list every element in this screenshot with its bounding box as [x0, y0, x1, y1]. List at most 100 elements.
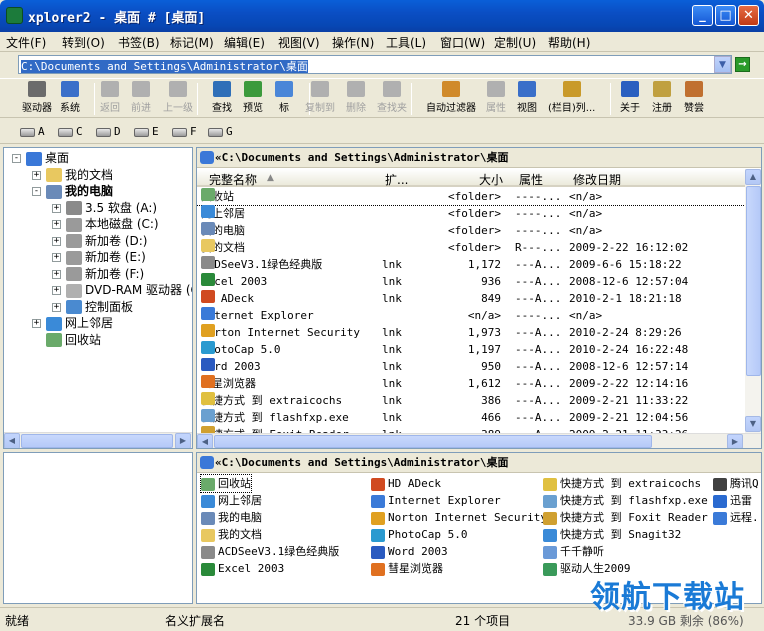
- toolbar-button[interactable]: 上一级: [163, 81, 193, 117]
- table-row[interactable]: HD ADeck lnk 849 ---A... 2010-2-1 18:21:18: [197, 290, 745, 307]
- list-item[interactable]: Internet Explorer: [371, 492, 501, 509]
- table-row[interactable]: 快捷方式 到 flashfxp.exe lnk 466 ---A... 2009-2-2…: [197, 409, 745, 426]
- menu-item[interactable]: 书签(B): [118, 34, 160, 51]
- list-hscroll-thumb[interactable]: [214, 435, 652, 448]
- menu-item[interactable]: 标记(M): [170, 34, 214, 51]
- menu-item[interactable]: 帮助(H): [548, 34, 590, 51]
- list-item[interactable]: 网上邻居: [201, 492, 262, 509]
- toolbar-button[interactable]: 自动过滤器: [426, 81, 476, 117]
- table-row[interactable]: 彗星浏览器 lnk 1,612 ---A... 2009-2-22 12:14:16: [197, 375, 745, 392]
- list-hscroll[interactable]: ◀ ▶: [197, 433, 761, 448]
- scroll-left-icon[interactable]: ◀: [197, 434, 213, 448]
- scroll-right-icon[interactable]: ▶: [175, 433, 191, 448]
- toolbar-button[interactable]: (栏目)列...: [548, 81, 595, 117]
- list-item[interactable]: 快捷方式 到 extraicochs: [543, 475, 701, 492]
- toolbar-button[interactable]: 系统: [60, 81, 80, 117]
- list-item[interactable]: 彗星浏览器: [371, 560, 443, 577]
- tree-item[interactable]: 新加卷 (D:): [66, 233, 147, 250]
- table-row[interactable]: ACDSeeV3.1绿色经典版 lnk 1,172 ---A... 2009-6-6 1…: [197, 256, 745, 273]
- go-arrow-icon[interactable]: →: [735, 57, 750, 72]
- scroll-up-icon[interactable]: ▲: [745, 169, 761, 185]
- tree-item[interactable]: 3.5 软盘 (A:): [66, 200, 157, 217]
- tree-item[interactable]: 回收站: [46, 332, 101, 349]
- list-item[interactable]: 我的电脑: [201, 509, 262, 526]
- list-item[interactable]: Word 2003: [371, 543, 448, 560]
- toolbar-button[interactable]: 赞尝: [684, 81, 704, 117]
- menu-item[interactable]: 视图(V): [278, 34, 320, 51]
- menu-item[interactable]: 定制(U): [494, 34, 536, 51]
- list-item[interactable]: 回收站: [200, 474, 252, 493]
- toolbar-button[interactable]: 关于: [620, 81, 640, 117]
- tree-expand-icon[interactable]: -: [12, 154, 21, 163]
- tree-item[interactable]: 我的文档: [46, 167, 113, 184]
- tree-item[interactable]: DVD-RAM 驱动器 (G: [66, 282, 192, 299]
- toolbar-button[interactable]: 查找: [212, 81, 232, 117]
- tree-hscroll[interactable]: ◀ ▶: [4, 432, 192, 448]
- col-size[interactable]: 大小: [479, 171, 503, 188]
- table-row[interactable]: 我的电脑 <folder> ----... <n/a>: [197, 222, 745, 239]
- maximize-button[interactable]: □: [715, 5, 736, 26]
- toolbar-button[interactable]: 前进: [131, 81, 151, 117]
- table-row[interactable]: Excel 2003 lnk 936 ---A... 2008-12-6 12:57:0…: [197, 273, 745, 290]
- list-item[interactable]: 千千静听: [543, 543, 604, 560]
- tree-expand-icon[interactable]: +: [52, 286, 61, 295]
- scroll-right-icon[interactable]: ▶: [727, 434, 743, 448]
- drive-button[interactable]: D: [96, 125, 121, 138]
- toolbar-button[interactable]: 注册: [652, 81, 672, 117]
- toolbar-button[interactable]: 查找夹: [377, 81, 407, 117]
- menu-item[interactable]: 窗口(W): [440, 34, 485, 51]
- table-row[interactable]: 快捷方式 到 Foxit Reader lnk 389 ---A... 2009-2-2…: [197, 426, 745, 433]
- menu-item[interactable]: 操作(N): [332, 34, 374, 51]
- col-ext[interactable]: 扩...: [385, 171, 408, 188]
- toolbar-button[interactable]: 驱动器: [22, 81, 52, 117]
- table-row[interactable]: Word 2003 lnk 950 ---A... 2008-12-6 12:57:14: [197, 358, 745, 375]
- scroll-left-icon[interactable]: ◀: [4, 433, 20, 448]
- tree-expand-icon[interactable]: +: [52, 302, 61, 312]
- tree-expand-icon[interactable]: -: [32, 187, 41, 196]
- list-item[interactable]: ACDSeeV3.1绿色经典版: [201, 543, 339, 560]
- toolbar-button[interactable]: 标: [275, 81, 293, 117]
- list-item[interactable]: 我的文档: [201, 526, 262, 543]
- table-row[interactable]: 快捷方式 到 extraicochs lnk 386 ---A... 2009-2-21…: [197, 392, 745, 409]
- tree-item[interactable]: 新加卷 (E:): [66, 249, 146, 266]
- toolbar-button[interactable]: 视图: [517, 81, 537, 117]
- drive-button[interactable]: A: [20, 125, 45, 138]
- list-item[interactable]: Excel 2003: [201, 560, 284, 577]
- toolbar-button[interactable]: 属性: [486, 81, 506, 117]
- list-item[interactable]: 腾讯Q: [713, 475, 759, 492]
- list-item[interactable]: 远程...: [713, 509, 761, 526]
- col-attr[interactable]: 属性: [519, 171, 543, 188]
- list-vscroll-thumb[interactable]: [746, 186, 761, 376]
- menu-item[interactable]: 工具(L): [386, 34, 426, 51]
- scroll-down-icon[interactable]: ▼: [745, 416, 761, 432]
- list-item[interactable]: 快捷方式 到 flashfxp.exe: [543, 492, 708, 509]
- minimize-button[interactable]: _: [692, 5, 713, 26]
- bottom-left-pane[interactable]: [3, 452, 193, 604]
- tree-expand-icon[interactable]: +: [52, 220, 61, 229]
- list-item[interactable]: HD ADeck: [371, 475, 441, 492]
- tree-item[interactable]: 桌面: [26, 150, 69, 167]
- tree-item[interactable]: 控制面板: [66, 299, 133, 316]
- tree-hscroll-thumb[interactable]: [21, 434, 173, 448]
- tree-expand-icon[interactable]: +: [52, 203, 61, 213]
- tree-item[interactable]: 本地磁盘 (C:): [66, 216, 159, 233]
- tree-expand-icon[interactable]: +: [52, 269, 61, 279]
- table-row[interactable]: 我的文档 <folder> R---... 2009-2-22 16:12:02: [197, 239, 745, 256]
- col-name[interactable]: 完整名称: [209, 171, 257, 188]
- menu-item[interactable]: 转到(O): [62, 34, 105, 51]
- toolbar-button[interactable]: 复制到: [305, 81, 335, 117]
- drive-button[interactable]: C: [58, 125, 83, 138]
- tree-expand-icon[interactable]: +: [52, 236, 61, 246]
- list-vscroll[interactable]: ▲ ▼: [745, 169, 761, 433]
- tree-item[interactable]: 新加卷 (F:): [66, 266, 144, 283]
- table-row[interactable]: 网上邻居 <folder> ----... <n/a>: [197, 205, 745, 222]
- tree-expand-icon[interactable]: +: [32, 319, 41, 328]
- toolbar-button[interactable]: 删除: [346, 81, 366, 117]
- table-row[interactable]: Norton Internet Security lnk 1,973 ---A... 2…: [197, 324, 745, 341]
- table-row[interactable]: Internet Explorer <n/a> ----... <n/a>: [197, 307, 745, 324]
- tree-item[interactable]: 我的电脑: [46, 183, 113, 200]
- folder-tree[interactable]: ◀ ▶ - 桌面 + 我的文档 - 我的电脑 +3.5 软盘 (A:) + 本地磁盘 (C:) +…: [3, 147, 193, 449]
- list-item[interactable]: 快捷方式 到 Foxit Reader: [543, 509, 708, 526]
- list-item[interactable]: PhotoCap 5.0: [371, 526, 467, 543]
- toolbar-button[interactable]: 预览: [243, 81, 263, 117]
